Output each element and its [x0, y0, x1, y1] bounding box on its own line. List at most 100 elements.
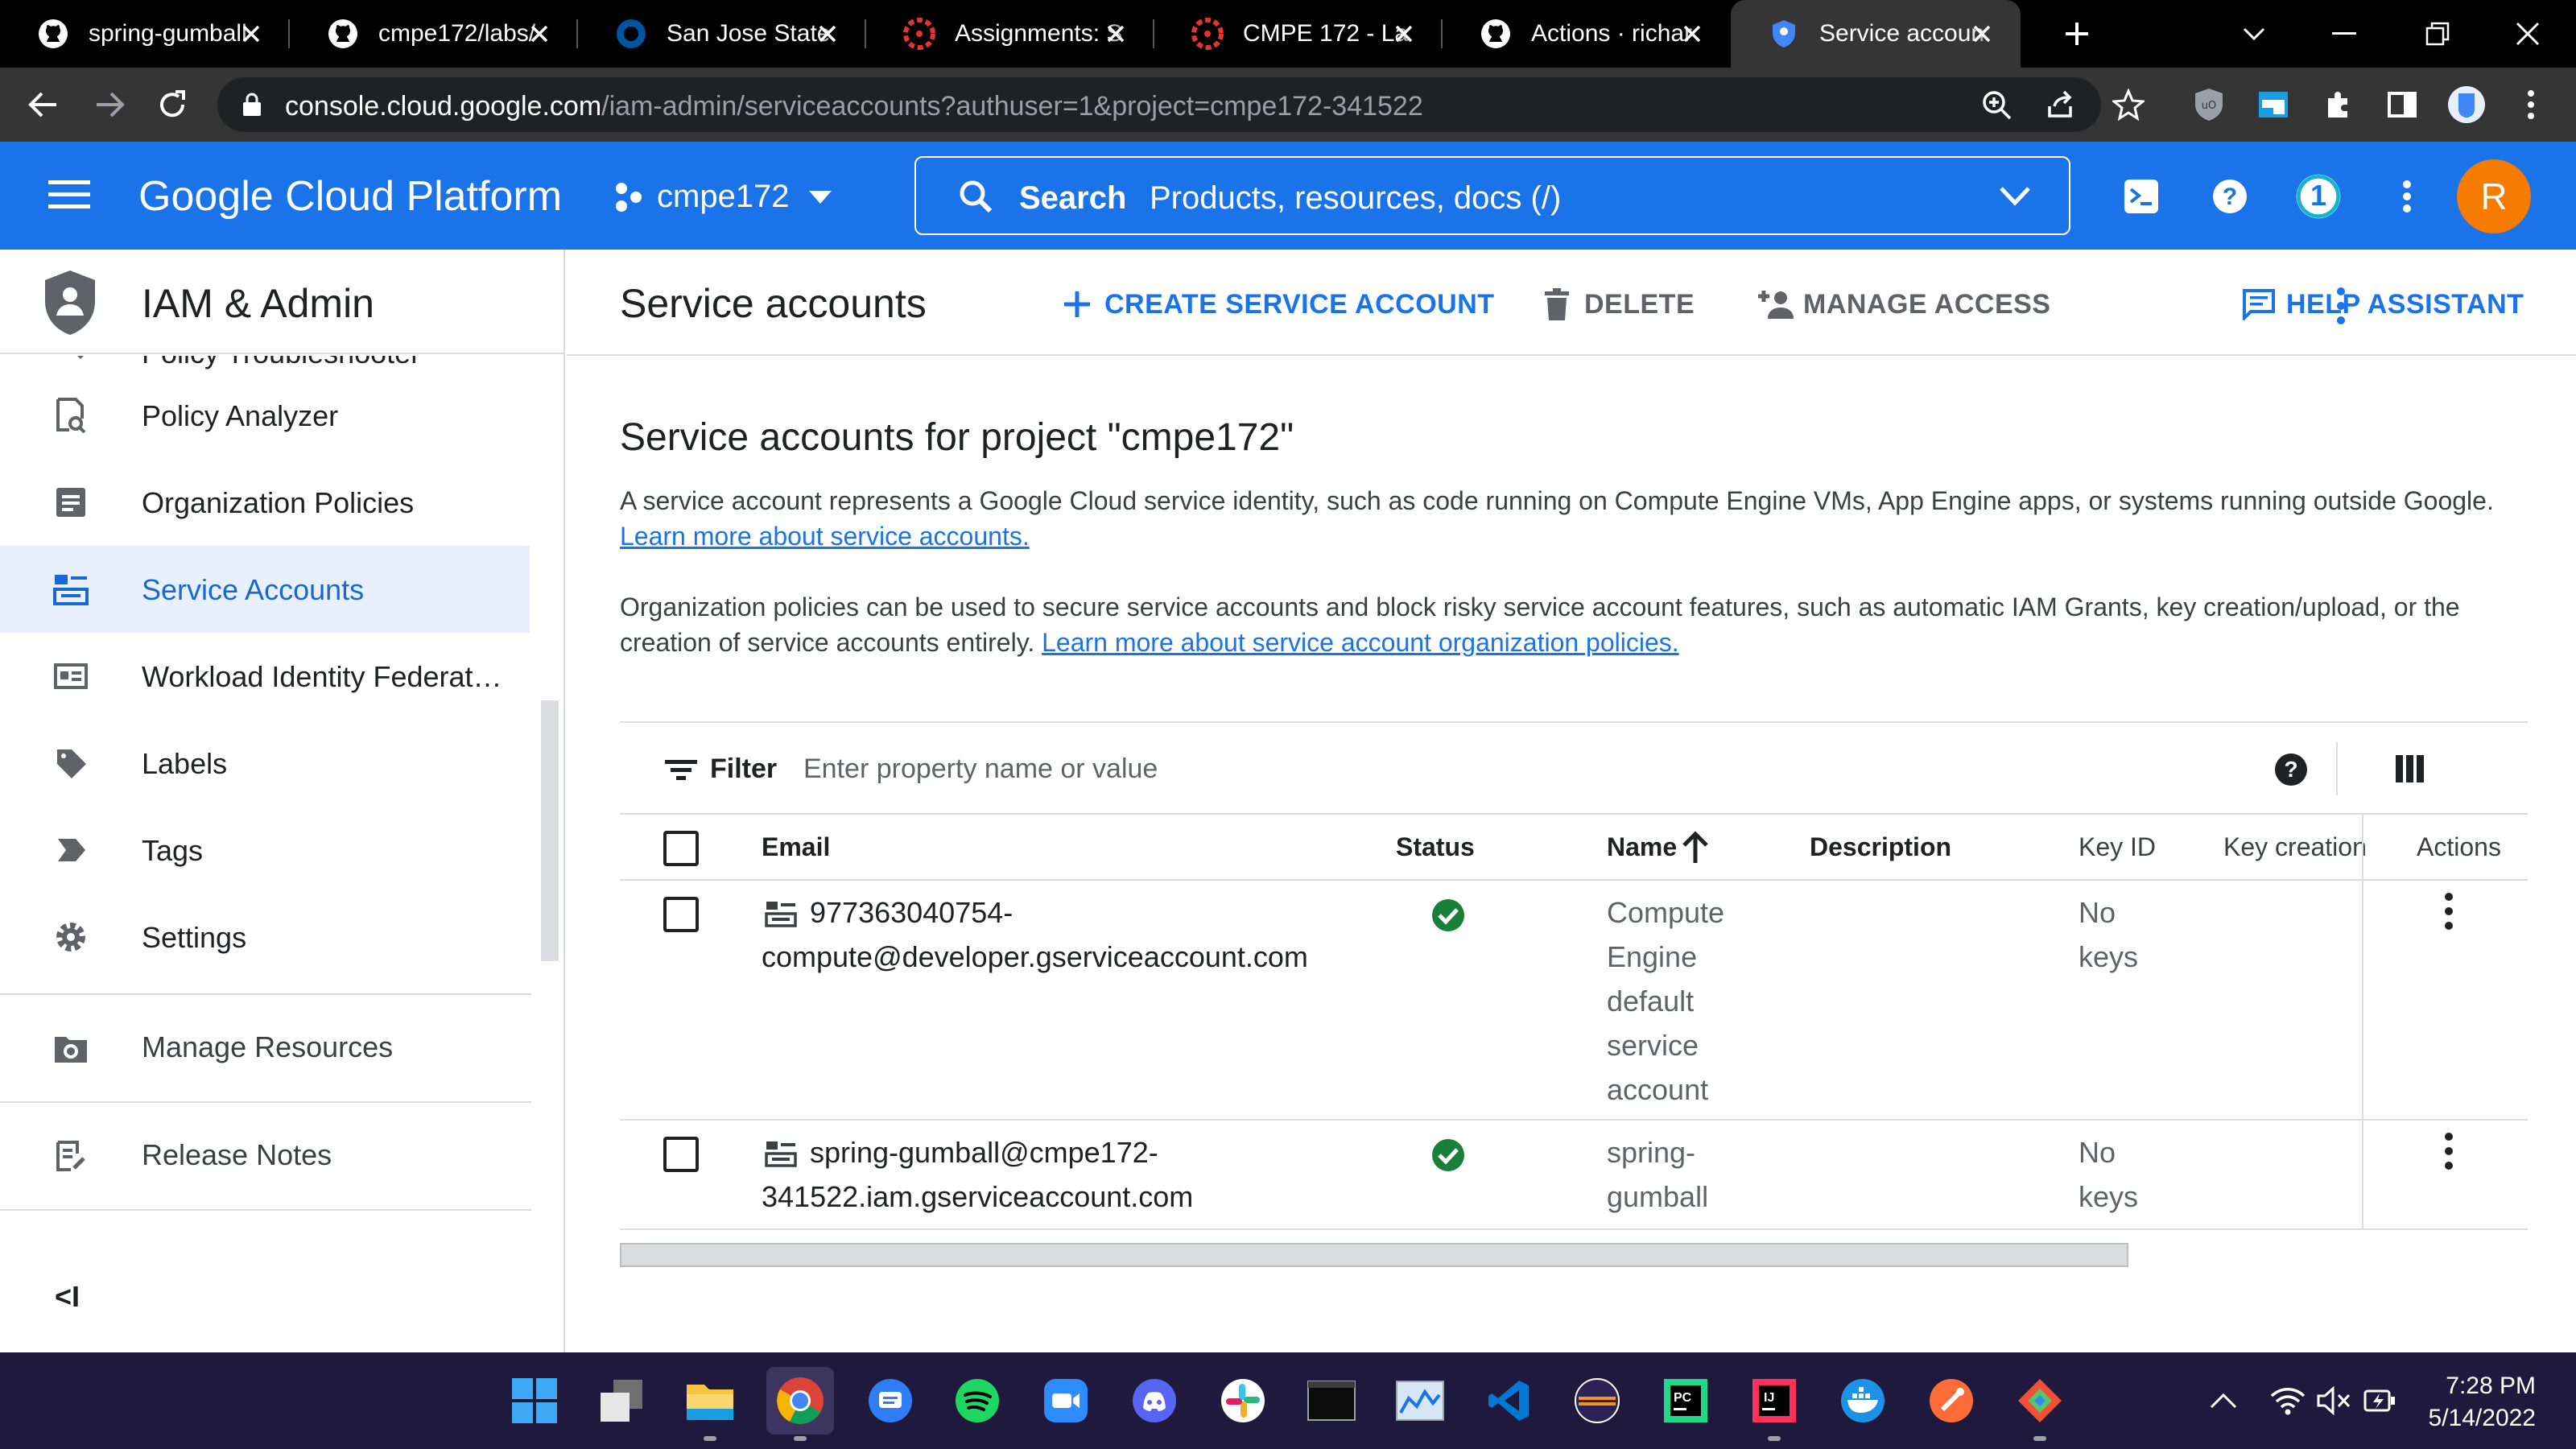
more-vert-icon[interactable]	[2383, 172, 2431, 221]
sidebar-item-release-notes[interactable]: Release Notes	[0, 1103, 530, 1208]
close-tab-icon[interactable]	[1966, 18, 1998, 50]
browser-tab[interactable]: Actions · richar	[1443, 0, 1731, 68]
email-cell-line1[interactable]: 977363040754-	[810, 890, 1013, 935]
project-picker[interactable]: cmpe172	[612, 179, 833, 215]
column-header-name[interactable]: Name	[1607, 832, 1677, 862]
learn-more-org-policies-link[interactable]: Learn more about service account organiz…	[1042, 628, 1679, 657]
gcp-brand-logo[interactable]: Google Cloud Platform	[138, 172, 562, 221]
browser-tab[interactable]: cmpe172/labs/	[290, 0, 578, 68]
new-tab-button[interactable]	[2037, 0, 2117, 68]
notifications-badge[interactable]: 1	[2294, 172, 2343, 221]
filter-input[interactable]: Enter property name or value	[803, 753, 1158, 785]
close-tab-icon[interactable]	[523, 18, 555, 50]
column-header-key-creation[interactable]: Key creation d	[2223, 832, 2368, 862]
sidebar-item-settings[interactable]: Settings	[0, 894, 530, 980]
sidebar-scrollbar[interactable]	[541, 700, 559, 961]
puzzle-extensions-icon[interactable]	[2317, 84, 2359, 126]
spotify-icon[interactable]	[943, 1367, 1011, 1435]
close-tab-icon[interactable]	[235, 18, 267, 50]
back-arrow-icon[interactable]	[23, 84, 64, 126]
close-window-button[interactable]	[2487, 0, 2568, 68]
extension-window-icon[interactable]	[2252, 84, 2294, 126]
close-tab-icon[interactable]	[811, 18, 844, 50]
sidebar-scroll-area[interactable]: Policy Troubleshooter Policy Analyzer Or…	[0, 356, 531, 1241]
chevron-down-icon[interactable]	[1998, 185, 2032, 208]
terminal-icon[interactable]	[1298, 1367, 1365, 1435]
intellij-icon[interactable]: IJ	[1740, 1367, 1808, 1441]
row-actions-more-icon[interactable]	[2444, 1130, 2479, 1175]
sidebar-item-tags[interactable]: Tags	[0, 807, 530, 894]
resource-monitor-icon[interactable]	[1386, 1367, 1454, 1435]
email-cell-line2[interactable]: 341522.iam.gserviceaccount.com	[762, 1174, 1193, 1219]
search-input[interactable]: Search Products, resources, docs (/)	[914, 156, 2070, 235]
sidebar-item-manage-resources[interactable]: Manage Resources	[0, 995, 530, 1100]
learn-more-service-accounts-link[interactable]: Learn more about service accounts.	[620, 522, 1030, 551]
browser-tab[interactable]: San Jose State	[578, 0, 866, 68]
sidebar-item-organization-policies[interactable]: Organization Policies	[0, 459, 530, 546]
browser-tab[interactable]: Assignments: S	[866, 0, 1154, 68]
sort-ascending-arrow-icon[interactable]	[1679, 829, 1711, 865]
column-display-icon[interactable]	[2394, 753, 2426, 784]
close-tab-icon[interactable]	[1388, 18, 1420, 50]
address-bar[interactable]: console.cloud.google.com/iam-admin/servi…	[217, 77, 2101, 132]
row-actions-more-icon[interactable]	[2444, 890, 2479, 935]
ublock-extension-icon[interactable]: uO	[2188, 84, 2230, 126]
sidebar-item-service-accounts[interactable]: Service Accounts	[0, 546, 530, 633]
task-view-icon[interactable]	[588, 1367, 655, 1435]
row-checkbox[interactable]	[663, 897, 699, 932]
windows-start-icon[interactable]	[501, 1367, 568, 1435]
table-row[interactable]: spring-gumball@cmpe172- 341522.iam.gserv…	[620, 1121, 2528, 1230]
column-header-description[interactable]: Description	[1810, 832, 1951, 862]
cloud-shell-icon[interactable]	[2117, 172, 2165, 221]
chat-app-icon[interactable]	[857, 1367, 924, 1435]
table-horizontal-scrollbar[interactable]	[620, 1243, 2128, 1267]
restore-window-button[interactable]	[2397, 0, 2478, 68]
email-cell-line1[interactable]: spring-gumball@cmpe172-	[810, 1130, 1158, 1174]
create-service-account-button[interactable]: CREATE SERVICE ACCOUNT	[1058, 285, 1495, 324]
slack-icon[interactable]	[1209, 1367, 1277, 1435]
discord-icon[interactable]	[1121, 1367, 1188, 1435]
chrome-icon[interactable]	[766, 1367, 834, 1441]
column-header-status[interactable]: Status	[1396, 832, 1475, 862]
zoom-app-icon[interactable]	[1032, 1367, 1100, 1435]
manage-access-button[interactable]: MANAGE ACCESS	[1757, 285, 2051, 324]
battery-charging-icon[interactable]	[2347, 1367, 2415, 1435]
browser-tab[interactable]: CMPE 172 - La	[1154, 0, 1443, 68]
sidebar-item-workload-identity[interactable]: Workload Identity Federat…	[0, 633, 530, 720]
table-row[interactable]: 977363040754- compute@developer.gservice…	[620, 881, 2528, 1121]
zoom-icon[interactable]	[1980, 89, 2013, 121]
filter-bar[interactable]: Filter Enter property name or value ?	[620, 721, 2528, 815]
column-header-email[interactable]: Email	[762, 832, 830, 862]
help-icon[interactable]: ?	[2206, 172, 2254, 221]
postman-icon[interactable]	[1918, 1367, 1985, 1435]
browser-tab-active[interactable]: Service accoun	[1731, 0, 2021, 68]
eclipse-icon[interactable]	[1563, 1367, 1631, 1435]
profile-avatar-icon[interactable]	[2446, 84, 2487, 126]
minimize-window-button[interactable]	[2304, 0, 2384, 68]
email-cell-line2[interactable]: compute@developer.gserviceaccount.com	[762, 935, 1308, 979]
share-icon[interactable]	[2045, 89, 2077, 121]
column-header-key-id[interactable]: Key ID	[2079, 832, 2156, 862]
pycharm-icon[interactable]: PC	[1652, 1367, 1719, 1435]
system-clock[interactable]: 7:28 PM 5/14/2022	[2407, 1370, 2536, 1435]
sidebar-item-policy-analyzer[interactable]: Policy Analyzer	[0, 372, 530, 459]
collapse-sidebar-button[interactable]: <I	[55, 1280, 80, 1314]
lock-icon[interactable]	[242, 92, 262, 118]
browser-tab[interactable]: spring-gumball	[0, 0, 290, 68]
row-checkbox[interactable]	[663, 1137, 699, 1172]
tab-search-chevron-icon[interactable]	[2214, 0, 2294, 68]
select-all-checkbox[interactable]	[663, 831, 699, 866]
docker-icon[interactable]	[1829, 1367, 1897, 1435]
side-panel-icon[interactable]	[2381, 84, 2423, 126]
forward-arrow-icon[interactable]	[89, 84, 130, 126]
close-tab-icon[interactable]	[1100, 18, 1132, 50]
delete-button[interactable]: DELETE	[1538, 285, 1695, 324]
reload-icon[interactable]	[151, 84, 193, 126]
close-tab-icon[interactable]	[1676, 18, 1708, 50]
sidebar-item-labels[interactable]: Labels	[0, 720, 530, 807]
bookmark-star-icon[interactable]	[2107, 84, 2149, 126]
help-icon[interactable]: ?	[2273, 752, 2309, 787]
hamburger-menu-icon[interactable]	[48, 179, 90, 211]
git-client-icon[interactable]	[2006, 1367, 2074, 1441]
file-explorer-icon[interactable]	[676, 1367, 744, 1441]
